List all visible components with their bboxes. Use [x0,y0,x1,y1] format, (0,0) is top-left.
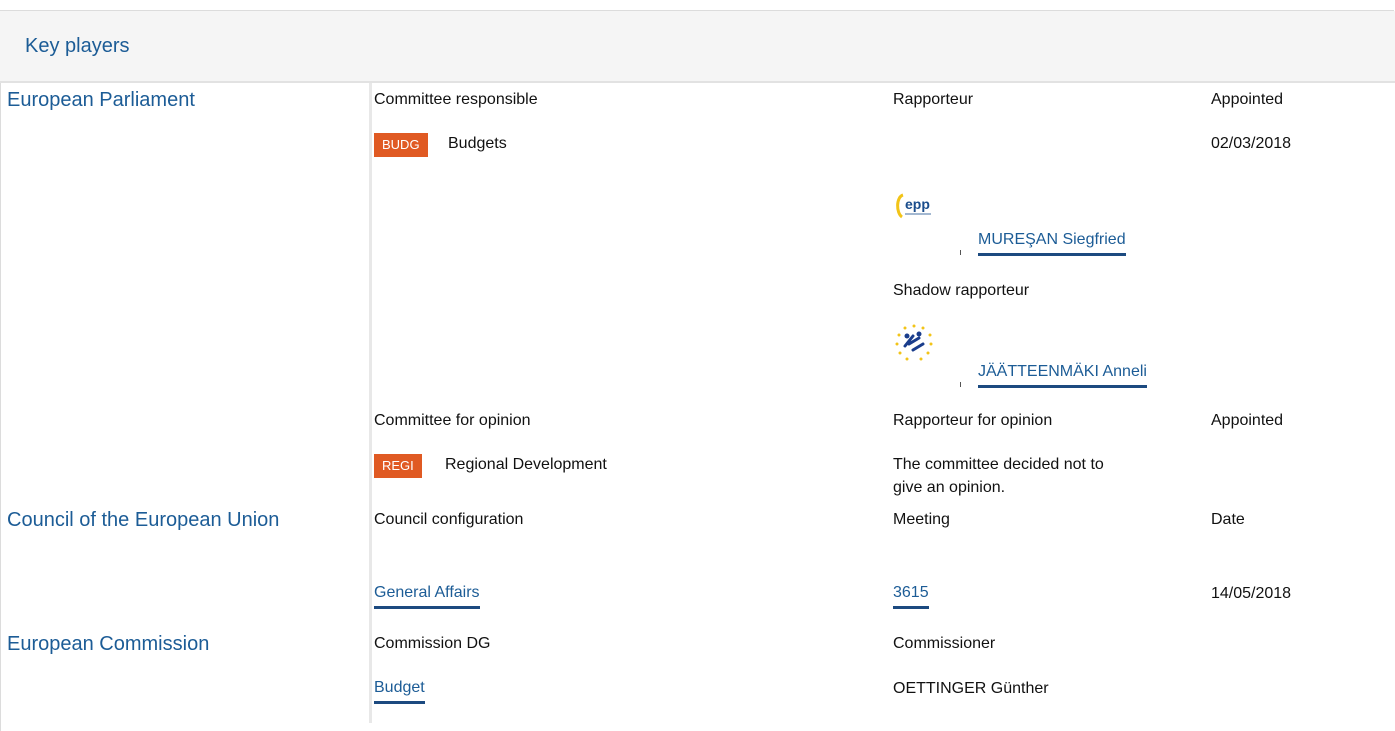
committee-name: Budgets [448,135,507,152]
org-european-parliament[interactable]: European Parliament [7,89,195,112]
rapporteur-for-opinion-header: Rapporteur for opinion [893,412,1053,429]
committee-responsible-header: Committee responsible [374,91,538,108]
org-council[interactable]: Council of the European Union [7,509,279,532]
date-header: Date [1211,511,1245,528]
renew-group-logo-icon [893,322,935,364]
opinion-committee-name: Regional Development [445,456,607,473]
commissioner-header: Commissioner [893,635,996,652]
section-header[interactable]: Key players [0,11,1395,83]
logo-tick [960,250,961,255]
commission-dg-link[interactable]: Budget [374,678,425,704]
logo-tick [960,382,961,387]
opinion-note-line2: give an opinion. [893,479,1006,496]
epp-group-logo-icon: epp [893,187,935,229]
shadow-rapporteur-header: Shadow rapporteur [893,282,1030,299]
commission-dg-header: Commission DG [374,635,491,652]
meeting-header: Meeting [893,511,950,528]
rapporteur-name-link[interactable]: MUREŞAN Siegfried [978,230,1126,256]
committee-badge-budg[interactable]: BUDG [374,133,428,157]
rapporteur-header: Rapporteur [893,91,974,108]
svg-text:epp: epp [905,196,930,212]
shadow-rapporteur-name-link[interactable]: JÄÄTTEENMÄKI Anneli [978,362,1147,388]
meeting-date: 14/05/2018 [1211,585,1292,602]
committee-for-opinion-header: Committee for opinion [374,412,531,429]
meeting-link[interactable]: 3615 [893,583,929,609]
org-commission[interactable]: European Commission [7,633,209,656]
opinion-appointed-header: Appointed [1211,412,1284,429]
committee-badge-regi[interactable]: REGI [374,454,422,478]
council-config-header: Council configuration [374,511,524,528]
section-title: Key players [25,35,130,57]
key-players-panel [0,10,1394,731]
appointed-header: Appointed [1211,91,1284,108]
commissioner-name: OETTINGER Günther [893,680,1049,697]
column-divider [369,83,372,723]
opinion-note-line1: The committee decided not to [893,456,1104,473]
appointed-date: 02/03/2018 [1211,135,1292,152]
council-config-link[interactable]: General Affairs [374,583,480,609]
